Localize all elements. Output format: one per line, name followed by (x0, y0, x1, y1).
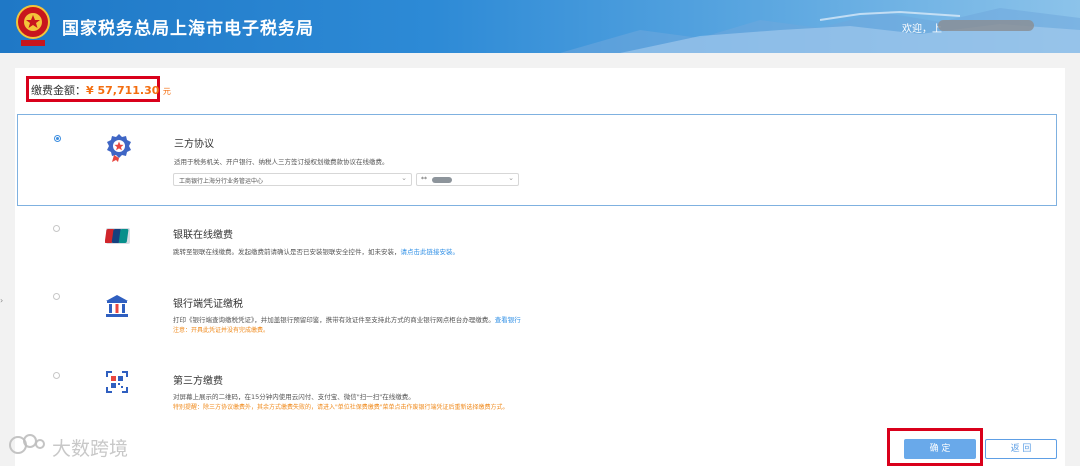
masked-account (432, 177, 452, 183)
site-title: 国家税务总局上海市电子税务局 (62, 19, 314, 39)
welcome-text: 欢迎，上 (902, 24, 942, 35)
watermark-logo-icon (9, 434, 45, 454)
option-title: 三方协议 (174, 139, 214, 150)
watermark: 大数跨境 (8, 432, 128, 460)
radio-third-party[interactable] (53, 372, 60, 379)
option-desc: 打印《银行端查询缴税凭证》，并加盖银行预留印鉴，携带有效证件至支持此方式的商业银… (173, 316, 521, 324)
unionpay-card-icon (105, 228, 130, 244)
amount-label: 缴费金额： (31, 84, 86, 97)
radio-bank-voucher[interactable] (53, 293, 60, 300)
bank-building-icon (106, 295, 128, 317)
option-title: 银行端凭证缴税 (173, 299, 243, 310)
edge-chevron-icon: › (0, 296, 4, 305)
radio-unionpay[interactable] (53, 225, 60, 232)
site-header: 国家税务总局上海市电子税务局 欢迎，上 (0, 0, 1080, 53)
back-button[interactable]: 返 回 (985, 439, 1057, 459)
option-note: 特别提醒：除三方协议缴费外，其余方式缴费失败的，请进入"单位社保费缴费"菜单点击… (173, 404, 509, 411)
account-select-value: ** (421, 176, 427, 183)
masked-username (938, 20, 1034, 31)
install-link[interactable]: 请点击此链接安装。 (401, 248, 460, 256)
bank-select-value: 工商银行上海分行业务管运中心 (179, 178, 264, 185)
option-bank-voucher[interactable]: 银行端凭证缴税 打印《银行端查询缴税凭证》，并加盖银行预留印鉴，携带有效证件至支… (17, 280, 1057, 360)
amount-unit: 元 (162, 87, 171, 96)
radio-tripartite[interactable] (54, 135, 61, 142)
amount-value: ¥ 57,711.30 (86, 84, 160, 97)
option-desc: 跳转至银联在线缴费。发起缴费前请确认是否已安装银联安全控件，如未安装，请点击此链… (173, 248, 460, 256)
watermark-text: 大数跨境 (52, 438, 129, 460)
award-badge-icon (107, 134, 131, 162)
option-desc: 适用于税务机关、开户银行、纳税人三方签订授权划缴费款协议在线缴费。 (174, 158, 389, 166)
bank-select[interactable]: 工商银行上海分行业务管运中心 ⌄ (173, 173, 412, 186)
option-title: 第三方缴费 (173, 376, 223, 387)
tax-emblem-icon (16, 5, 50, 46)
option-desc: 对屏幕上展示的二维码，在15分钟内使用云闪付、支付宝、微信"扫一扫"在线缴费。 (173, 393, 415, 401)
view-banks-link[interactable]: 查看银行 (495, 316, 521, 324)
chevron-down-icon: ⌄ (508, 174, 514, 182)
payment-amount: 缴费金额：¥ 57,711.30 元 (26, 76, 171, 102)
account-select[interactable]: ** ⌄ (416, 173, 519, 186)
chevron-down-icon: ⌄ (401, 174, 407, 182)
option-note: 注意：开具此凭证并没有完成缴费。 (173, 327, 270, 334)
confirm-button[interactable]: 确 定 (904, 439, 976, 459)
option-tripartite-agreement[interactable]: 三方协议 适用于税务机关、开户银行、纳税人三方签订授权划缴费款协议在线缴费。 工… (17, 114, 1057, 206)
option-title: 银联在线缴费 (173, 230, 233, 241)
qr-scan-icon (106, 371, 128, 393)
option-third-party[interactable]: 第三方缴费 对屏幕上展示的二维码，在15分钟内使用云闪付、支付宝、微信"扫一扫"… (17, 362, 1057, 422)
option-unionpay-online[interactable]: 银联在线缴费 跳转至银联在线缴费。发起缴费前请确认是否已安装银联安全控件，如未安… (17, 208, 1057, 278)
